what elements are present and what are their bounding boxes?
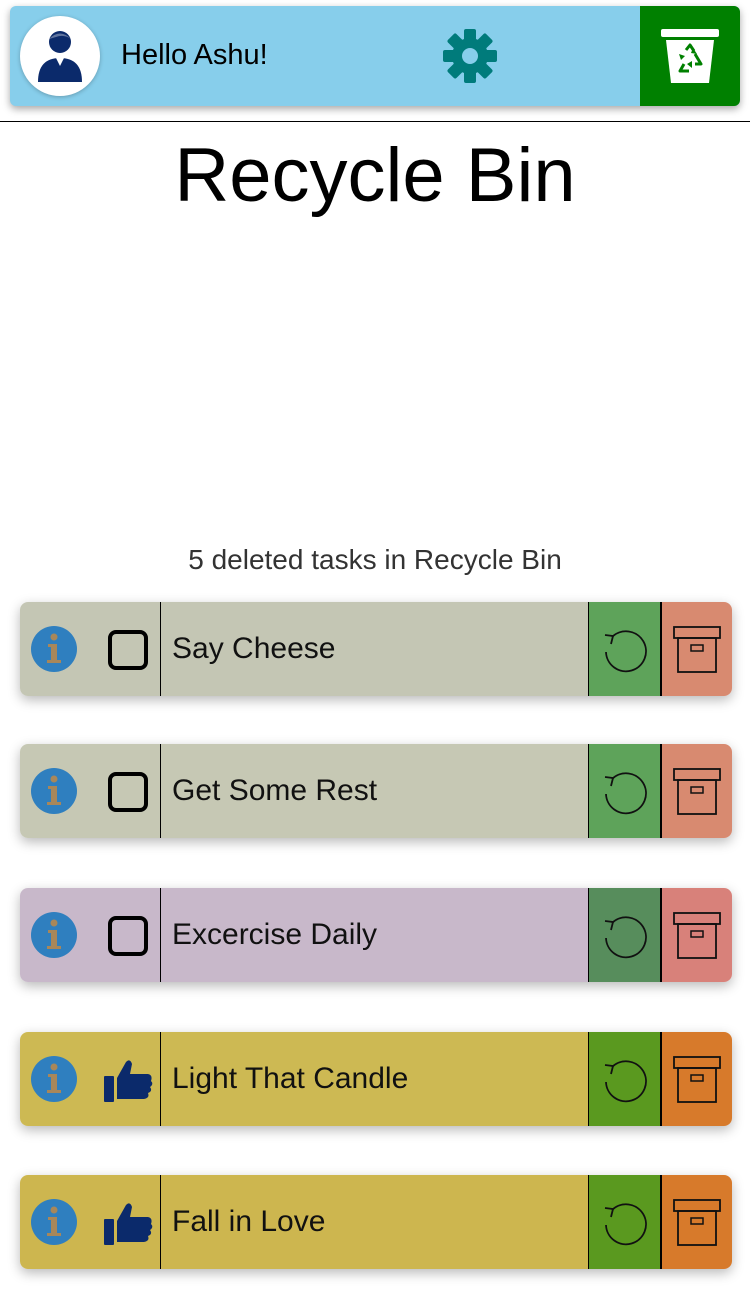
header-divider bbox=[0, 121, 750, 122]
settings-button[interactable] bbox=[440, 26, 500, 86]
task-label: Fall in Love bbox=[172, 1205, 326, 1238]
task-body: Get Some Rest bbox=[20, 744, 588, 838]
delete-permanently-button[interactable] bbox=[660, 888, 732, 982]
info-button[interactable] bbox=[30, 767, 78, 815]
row-separator bbox=[160, 602, 161, 696]
archive-box-icon bbox=[673, 768, 721, 815]
deleted-task-row: Fall in Love bbox=[20, 1175, 732, 1269]
restore-button[interactable] bbox=[588, 1032, 660, 1126]
task-completed-badge[interactable] bbox=[102, 1197, 154, 1249]
row-separator bbox=[160, 1032, 161, 1126]
info-button[interactable] bbox=[30, 625, 78, 673]
row-separator bbox=[160, 1175, 161, 1269]
delete-permanently-button[interactable] bbox=[660, 1032, 732, 1126]
deleted-task-row: Say Cheese bbox=[20, 602, 732, 696]
recycle-bin-icon bbox=[661, 29, 719, 83]
info-icon bbox=[31, 1199, 77, 1245]
delete-permanently-button[interactable] bbox=[660, 1175, 732, 1269]
task-label: Light That Candle bbox=[172, 1062, 409, 1095]
app-header: Hello Ashu! bbox=[10, 6, 740, 106]
task-checkbox[interactable] bbox=[102, 624, 154, 676]
info-button[interactable] bbox=[30, 1198, 78, 1246]
deleted-count-text: 5 deleted tasks in Recycle Bin bbox=[188, 544, 562, 575]
archive-box-icon bbox=[673, 1056, 721, 1103]
info-button[interactable] bbox=[30, 1055, 78, 1103]
checkbox-icon bbox=[108, 916, 148, 956]
user-avatar-icon[interactable] bbox=[20, 16, 100, 96]
restore-icon bbox=[604, 1203, 647, 1246]
info-icon bbox=[31, 768, 77, 814]
restore-icon bbox=[604, 916, 647, 959]
restore-button[interactable] bbox=[588, 602, 660, 696]
greeting-text: Hello Ashu! bbox=[121, 39, 268, 71]
task-body: Excercise Daily bbox=[20, 888, 588, 982]
info-icon bbox=[31, 1056, 77, 1102]
gear-icon bbox=[443, 29, 497, 83]
deleted-task-row: Get Some Rest bbox=[20, 744, 732, 838]
row-separator bbox=[160, 888, 161, 982]
info-icon bbox=[31, 912, 77, 958]
task-body: Light That Candle bbox=[20, 1032, 588, 1126]
task-label: Say Cheese bbox=[172, 632, 336, 665]
task-body: Say Cheese bbox=[20, 602, 588, 696]
restore-icon bbox=[604, 1060, 647, 1103]
task-label: Get Some Rest bbox=[172, 774, 378, 807]
recycle-bin-button[interactable] bbox=[640, 6, 740, 106]
delete-permanently-button[interactable] bbox=[660, 744, 732, 838]
archive-box-icon bbox=[673, 1199, 721, 1246]
restore-button[interactable] bbox=[588, 744, 660, 838]
page-title: Recycle Bin bbox=[174, 133, 576, 218]
restore-icon bbox=[604, 630, 647, 673]
task-checkbox[interactable] bbox=[102, 910, 154, 962]
checkbox-icon bbox=[108, 630, 148, 670]
archive-box-icon bbox=[673, 626, 721, 673]
info-icon bbox=[31, 626, 77, 672]
task-body: Fall in Love bbox=[20, 1175, 588, 1269]
thumbs-up-icon bbox=[104, 1203, 153, 1245]
task-completed-badge[interactable] bbox=[102, 1054, 154, 1106]
checkbox-icon bbox=[108, 772, 148, 812]
deleted-task-row: Excercise Daily bbox=[20, 888, 732, 982]
restore-button[interactable] bbox=[588, 1175, 660, 1269]
info-button[interactable] bbox=[30, 911, 78, 959]
task-label: Excercise Daily bbox=[172, 918, 378, 951]
restore-button[interactable] bbox=[588, 888, 660, 982]
delete-permanently-button[interactable] bbox=[660, 602, 732, 696]
task-checkbox[interactable] bbox=[102, 766, 154, 818]
restore-icon bbox=[604, 772, 647, 815]
deleted-task-row: Light That Candle bbox=[20, 1032, 732, 1126]
row-separator bbox=[160, 744, 161, 838]
thumbs-up-icon bbox=[104, 1060, 153, 1102]
archive-box-icon bbox=[673, 912, 721, 959]
